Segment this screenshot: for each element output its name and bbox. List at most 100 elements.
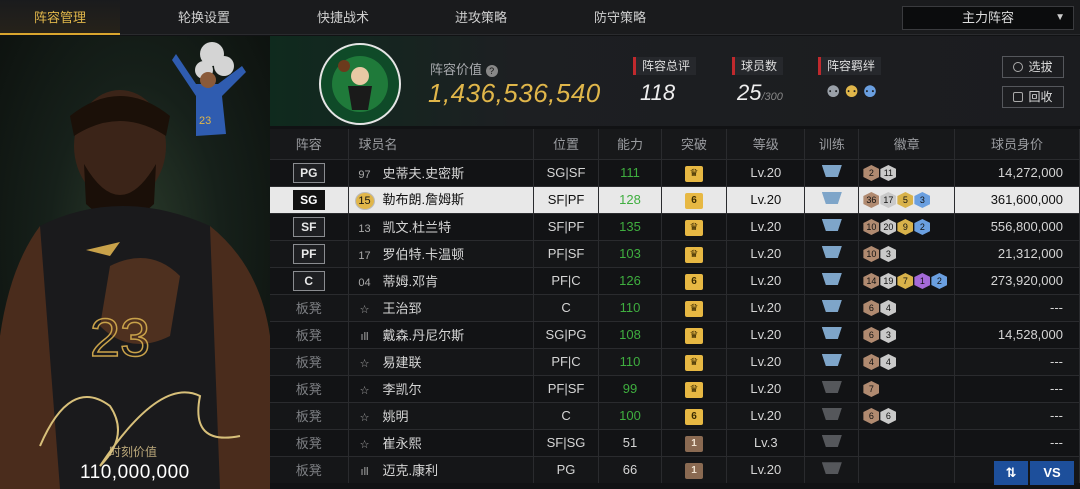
rating-cell: 110 [598, 293, 662, 321]
badges-cell[interactable]: 10 20 9 2 [858, 212, 956, 240]
badges-cell[interactable]: 64 [858, 293, 956, 321]
table-row[interactable]: 板凳 ☆ 姚明 C 100 6 Lv.20 6 6 --- [270, 401, 1080, 429]
badge-icon: 3 [914, 192, 931, 208]
position-cell: PF|SF [533, 374, 600, 402]
tab-lineup-management[interactable]: 阵容管理 [0, 0, 120, 35]
featured-player-card[interactable]: 23 23 时刻价值 110,000,000 [0, 36, 270, 489]
player-name-cell[interactable]: 13 凯文.杜兰特 [348, 212, 534, 240]
badge-icon: 6 [880, 408, 897, 424]
table-row[interactable]: SF 13 凯文.杜兰特 SF|PF 135 ♛ Lv.20 10 20 9 2 556,800,00… [270, 212, 1080, 240]
training-icon [821, 273, 842, 285]
tab-rotation-settings[interactable]: 轮换设置 [144, 0, 264, 35]
tab-offense-strategy[interactable]: 进攻策略 [421, 0, 541, 35]
training-cell[interactable] [804, 293, 860, 321]
training-cell[interactable] [804, 428, 860, 456]
vs-button[interactable]: VS [1030, 461, 1074, 485]
player-value-cell: --- [954, 347, 1080, 375]
badge-icon: 20 [880, 219, 897, 235]
bench-label: 板凳 [295, 355, 322, 370]
badge-icon: 7 [897, 273, 914, 289]
tab-defense-strategy[interactable]: 防守策略 [560, 0, 680, 35]
training-cell[interactable] [804, 347, 860, 375]
swap-icon[interactable]: ⇅ [994, 461, 1028, 485]
table-row[interactable]: 板凳 ıll 迈克.康利 PG 66 1 Lv.20 [270, 455, 1080, 483]
player-name-cell[interactable]: ☆ 崔永熙 [348, 428, 534, 456]
slot-cell[interactable]: 板凳 [270, 374, 349, 402]
breakthrough-icon: 6 [684, 192, 703, 209]
badges-cell[interactable]: 63 [858, 320, 956, 348]
chemistry-gold-icon: ⚉ [844, 84, 863, 101]
chemistry-icons[interactable]: ⚉⚉⚉ [826, 82, 881, 102]
training-cell[interactable] [804, 212, 860, 240]
slot-cell[interactable]: 板凳 [270, 320, 349, 348]
slot-cell[interactable]: SG [270, 185, 349, 213]
position-badge: PF [292, 243, 325, 264]
table-row[interactable]: SG 15 勒布朗.詹姆斯 SF|PF 128 6 Lv.20 36 17 5 3 361,600,0… [270, 185, 1080, 213]
training-cell[interactable] [804, 374, 860, 402]
training-cell[interactable] [804, 320, 860, 348]
badges-cell[interactable]: 66 [858, 401, 956, 429]
table-row[interactable]: 板凳 ☆ 王治郅 C 110 ♛ Lv.20 6 4 --- [270, 293, 1080, 321]
player-name-cell[interactable]: ☆ 姚明 [348, 401, 534, 429]
badges-cell[interactable] [858, 455, 956, 483]
slot-cell[interactable]: PF [270, 239, 349, 267]
player-name-cell[interactable]: 15 勒布朗.詹姆斯 [348, 185, 534, 213]
breakthrough-icon: ♛ [684, 354, 703, 371]
player-name-cell[interactable]: 04 蒂姆.邓肯 [348, 266, 534, 294]
player-name-cell[interactable]: 97 史蒂夫.史密斯 [348, 158, 534, 186]
level-cell: Lv.20 [726, 158, 806, 186]
training-cell[interactable] [804, 239, 860, 267]
rating-cell: 51 [598, 428, 662, 456]
badges-cell[interactable]: 14 19 7 1 2 [858, 266, 956, 294]
player-name-cell[interactable]: ☆ 李凯尔 [348, 374, 534, 402]
player-name-cell[interactable]: ıll 戴森.丹尼尔斯 [348, 320, 534, 348]
table-row[interactable]: 板凳 ☆ 易建联 PF|C 110 ♛ Lv.20 4 4 --- [270, 347, 1080, 375]
badges-cell[interactable] [858, 428, 956, 456]
player-name-cell[interactable]: 17 罗伯特.卡温顿 [348, 239, 534, 267]
slot-cell[interactable]: 板凳 [270, 401, 349, 429]
draft-button[interactable]: 选拔 [1002, 56, 1064, 78]
tab-quick-tactics[interactable]: 快捷战术 [283, 0, 403, 35]
table-row[interactable]: 板凳 ☆ 崔永熙 SF|SG 51 1 Lv.3 --- [270, 428, 1080, 456]
badges-cell[interactable]: 7 [858, 374, 956, 402]
team-rating-label: 阵容总评 [633, 57, 697, 75]
lineup-dropdown[interactable]: 主力阵容 ▼ [902, 6, 1074, 30]
training-cell[interactable] [804, 158, 860, 186]
table-row[interactable]: 板凳 ıll 戴森.丹尼尔斯 SG|PG 108 ♛ Lv.20 6 3 14,528,000 [270, 320, 1080, 348]
training-cell[interactable] [804, 455, 860, 483]
badge-icon: 1 [914, 273, 931, 289]
badges-cell[interactable]: 36 17 5 3 [858, 185, 956, 213]
slot-cell[interactable]: SF [270, 212, 349, 240]
slot-cell[interactable]: 板凳 [270, 347, 349, 375]
table-row[interactable]: PF 17 罗伯特.卡温顿 PF|SF 103 ♛ Lv.20 10 3 21,312,000 [270, 239, 1080, 267]
badge-icon: 2 [863, 165, 880, 181]
training-cell[interactable] [804, 185, 860, 213]
player-name-cell[interactable]: ☆ 易建联 [348, 347, 534, 375]
player-value-cell: 361,600,000 [954, 185, 1080, 213]
slot-cell[interactable]: C [270, 266, 349, 294]
breakthrough-cell: ♛ [661, 158, 728, 186]
training-cell[interactable] [804, 401, 860, 429]
player-name: 崔永熙 [382, 436, 422, 451]
badges-cell[interactable]: 10 3 [858, 239, 956, 267]
level-cell: Lv.20 [726, 320, 806, 348]
jersey-number: ☆ [359, 439, 370, 451]
table-row[interactable]: 板凳 ☆ 李凯尔 PF|SF 99 ♛ Lv.20 7 --- [270, 374, 1080, 402]
player-name-cell[interactable]: ıll 迈克.康利 [348, 455, 534, 483]
position-badge: SF [292, 216, 325, 237]
badges-cell[interactable]: 2 11 [858, 158, 956, 186]
slot-cell[interactable]: 板凳 [270, 455, 349, 483]
badge-icon: 2 [914, 219, 931, 235]
player-name-cell[interactable]: ☆ 王治郅 [348, 293, 534, 321]
table-row[interactable]: PG 97 史蒂夫.史密斯 SG|SF 111 ♛ Lv.20 2 11 14,272,000 [270, 158, 1080, 186]
training-cell[interactable] [804, 266, 860, 294]
team-chemistry-label: 阵容羁绊 [818, 57, 882, 75]
slot-cell[interactable]: 板凳 [270, 293, 349, 321]
slot-cell[interactable]: 板凳 [270, 428, 349, 456]
position-cell: PF|C [533, 266, 600, 294]
recycle-button[interactable]: 回收 [1002, 86, 1064, 108]
table-row[interactable]: C 04 蒂姆.邓肯 PF|C 126 6 Lv.20 14 19 7 1 2 273,920,000 [270, 266, 1080, 294]
slot-cell[interactable]: PG [270, 158, 349, 186]
bench-label: 板凳 [295, 382, 322, 397]
badges-cell[interactable]: 44 [858, 347, 956, 375]
